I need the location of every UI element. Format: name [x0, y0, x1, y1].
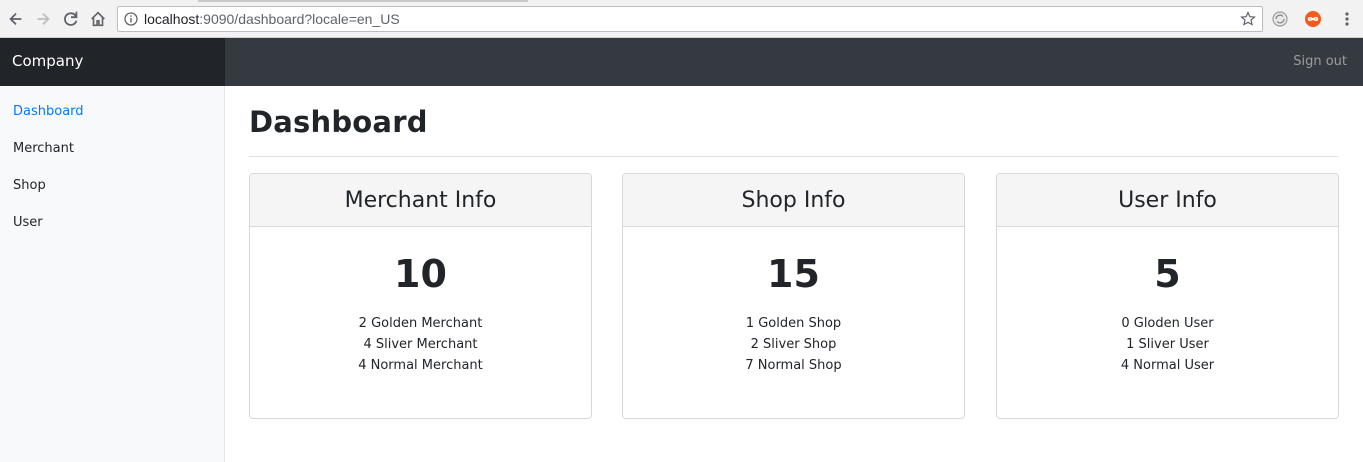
sidebar-item-merchant[interactable]: Merchant [0, 141, 224, 178]
card-line: 4 Normal User [1120, 358, 1215, 373]
sign-out-link[interactable]: Sign out [1293, 54, 1347, 69]
sidebar-item-shop[interactable]: Shop [0, 178, 224, 215]
card-line: 7 Normal Shop [745, 358, 842, 373]
browser-toolbar: localhost:9090/dashboard?locale=en_US [0, 0, 1363, 38]
top-navbar: Company Sign out [0, 38, 1363, 86]
main-content: Dashboard Merchant Info 10 2 Golden Merc… [249, 86, 1339, 462]
reload-icon[interactable] [61, 9, 81, 29]
star-icon[interactable] [1240, 11, 1256, 27]
address-bar[interactable]: localhost:9090/dashboard?locale=en_US [117, 6, 1263, 32]
menu-dots-icon[interactable] [1338, 10, 1356, 28]
card-count: 10 [394, 252, 447, 296]
home-icon[interactable] [88, 9, 108, 29]
title-divider [249, 156, 1339, 157]
sidebar: Dashboard Merchant Shop User [0, 86, 225, 462]
info-icon[interactable] [124, 12, 138, 26]
card-breakdown: 2 Golden Merchant 4 Sliver Merchant 4 No… [250, 313, 591, 376]
card-breakdown: 0 Gloden User 1 Sliver User 4 Normal Use… [997, 313, 1338, 376]
sidebar-item-dashboard[interactable]: Dashboard [0, 104, 224, 141]
sidebar-item-user[interactable]: User [0, 215, 224, 252]
card-line: 2 Golden Merchant [358, 316, 483, 331]
page-title: Dashboard [249, 105, 428, 139]
url-text[interactable]: localhost:9090/dashboard?locale=en_US [144, 11, 400, 27]
card-header: Merchant Info [250, 174, 591, 227]
forward-icon[interactable] [33, 9, 53, 29]
merchant-info-card: Merchant Info 10 2 Golden Merchant 4 Sli… [249, 173, 592, 419]
url-path: :9090/dashboard?locale=en_US [199, 11, 400, 27]
card-count: 5 [1154, 252, 1181, 296]
card-count: 15 [767, 252, 820, 296]
card-header: Shop Info [623, 174, 964, 227]
back-icon[interactable] [6, 9, 26, 29]
user-info-card: User Info 5 0 Gloden User 1 Sliver User … [996, 173, 1339, 419]
extension-icon[interactable] [1271, 10, 1289, 28]
card-line: 0 Gloden User [1121, 316, 1214, 331]
brand-link[interactable]: Company [0, 38, 225, 86]
infinity-extension-icon[interactable] [1304, 10, 1322, 28]
card-line: 1 Sliver User [1126, 337, 1209, 352]
tab-strip [0, 0, 1363, 2]
info-cards: Merchant Info 10 2 Golden Merchant 4 Sli… [249, 173, 1339, 419]
shop-info-card: Shop Info 15 1 Golden Shop 2 Sliver Shop… [622, 173, 965, 419]
card-line: 1 Golden Shop [745, 316, 842, 331]
card-header: User Info [997, 174, 1338, 227]
card-line: 2 Sliver Shop [750, 337, 837, 352]
card-breakdown: 1 Golden Shop 2 Sliver Shop 7 Normal Sho… [623, 313, 964, 376]
card-line: 4 Sliver Merchant [363, 337, 478, 352]
url-host: localhost [144, 11, 200, 27]
active-tab-indicator [198, 0, 528, 2]
sidebar-nav: Dashboard Merchant Shop User [0, 86, 224, 252]
card-line: 4 Normal Merchant [358, 358, 483, 373]
